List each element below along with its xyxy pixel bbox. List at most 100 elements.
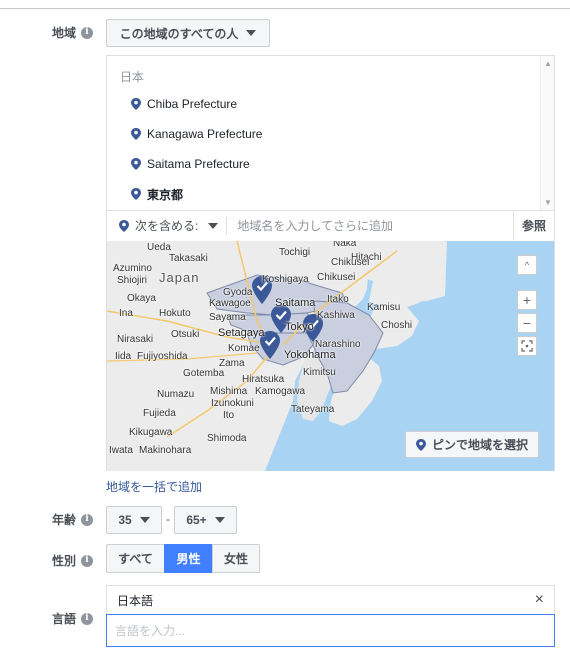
map-label: Okaya (127, 293, 156, 304)
caret-down-icon (208, 222, 219, 229)
map-pin-icon (131, 158, 141, 170)
age-max-dropdown[interactable]: 65+ (174, 506, 237, 534)
divider (226, 216, 228, 235)
age-label: 年齢 (52, 513, 77, 527)
browse-button[interactable]: 参照 (512, 211, 554, 240)
location-item-label: Chiba Prefecture (147, 97, 238, 111)
map[interactable]: Ueda Takasaki Naka Hitachi Azumino Tochi… (107, 241, 554, 471)
scroll-down-icon[interactable]: ▼ (544, 198, 552, 207)
include-dropdown[interactable]: 次を含める: (107, 217, 219, 234)
map-label: Gyoda (223, 287, 253, 298)
map-label: Hokuto (159, 308, 191, 319)
zoom-in-button[interactable]: + (517, 290, 537, 310)
map-label: Fujiyoshida (137, 351, 188, 362)
age-range-dash: - (166, 512, 170, 526)
recenter-button[interactable] (517, 336, 537, 356)
pin-select-button[interactable]: ピンで地域を選択 (405, 431, 540, 458)
location-item-label: 東京都 (147, 187, 184, 202)
map-label: Otsuki (171, 329, 200, 340)
map-pin-icon (131, 98, 141, 110)
gender-label-row: 性別 i (52, 552, 94, 569)
map-label: Azumino (113, 263, 152, 274)
map-label: Tochigi (279, 247, 311, 258)
map-label: Tateyama (291, 404, 335, 415)
gender-option-female[interactable]: 女性 (212, 544, 260, 573)
gender-option-all[interactable]: すべて (106, 544, 165, 573)
gender-label: 性別 (52, 554, 77, 568)
map-label: Ina (119, 308, 133, 319)
map-label: Izunokuni (211, 398, 254, 409)
map-label: Makinohara (139, 445, 192, 456)
map-label: Fujieda (143, 408, 176, 419)
close-icon[interactable]: × (535, 592, 544, 608)
location-item[interactable]: Saitama Prefecture (131, 154, 250, 174)
map-label: Gotemba (183, 368, 225, 379)
map-label: Kikugawa (129, 427, 173, 438)
crosshair-icon (521, 340, 533, 352)
chevron-up-icon: ^ (524, 260, 530, 270)
map-pin-icon (416, 438, 426, 451)
location-label: 地域 (52, 26, 77, 40)
location-list-scrollbar[interactable]: ▲ ▼ (540, 56, 554, 210)
age-label-row: 年齢 i (52, 511, 94, 528)
audience-dropdown[interactable]: この地域のすべての人 (106, 19, 270, 47)
info-icon[interactable]: i (81, 513, 94, 526)
info-icon[interactable]: i (81, 554, 94, 567)
map-label: Chikusei (331, 257, 370, 268)
bulk-add-link[interactable]: 地域を一括で追加 (106, 478, 202, 495)
caret-down-icon (139, 517, 150, 523)
caret-down-icon (246, 30, 257, 36)
map-label: Kamisu (367, 302, 401, 313)
map-label: Komae (228, 343, 260, 354)
info-icon[interactable]: i (81, 612, 94, 625)
map-label: Kashiwa (317, 310, 355, 321)
map-label: Sayama (209, 312, 246, 323)
language-input[interactable] (106, 614, 555, 647)
language-label-row: 言語 i (52, 610, 94, 627)
map-label: Iida (115, 351, 132, 362)
map-label: Kawagoe (209, 298, 251, 309)
map-label: Shiojiri (117, 275, 148, 286)
map-label: Mishima (210, 386, 248, 397)
map-label: Chikusei (317, 272, 356, 283)
map-label: Nirasaki (117, 334, 154, 345)
map-scroll-up-button[interactable]: ^ (517, 255, 537, 275)
map-label: Kamogawa (255, 386, 306, 397)
location-item[interactable]: 東京都 (131, 184, 183, 204)
top-divider (0, 8, 570, 9)
map-label: Setagaya (218, 327, 265, 339)
location-item[interactable]: Kanagawa Prefecture (131, 124, 262, 144)
age-min-value: 35 (118, 513, 132, 527)
map-label: Koshigaya (262, 274, 309, 285)
zoom-out-button[interactable]: − (517, 313, 537, 333)
map-label: Iwata (109, 445, 133, 456)
location-country: 日本 (120, 70, 145, 84)
location-item[interactable]: Chiba Prefecture (131, 94, 237, 114)
info-icon[interactable]: i (81, 26, 94, 39)
map-label: Kimitsu (303, 367, 336, 378)
map-label: Hiratsuka (242, 374, 285, 385)
map-label: Numazu (157, 389, 195, 400)
map-pin-icon (119, 219, 129, 232)
map-label: Saitama (275, 297, 316, 309)
selected-language-token: 日本語 × (106, 585, 555, 615)
audience-dropdown-label: この地域のすべての人 (119, 26, 239, 41)
location-item-label: Saitama Prefecture (147, 157, 250, 171)
age-max-value: 65+ (186, 513, 207, 527)
map-label: Tokyo (285, 321, 314, 333)
location-search-input[interactable] (235, 217, 506, 234)
scroll-up-icon[interactable]: ▲ (544, 59, 552, 68)
map-label: Japan (159, 270, 200, 285)
language-label: 言語 (52, 612, 77, 626)
map-label: Yokohama (284, 349, 336, 361)
map-label: Zama (219, 358, 245, 369)
map-label: Naka (333, 241, 357, 249)
age-min-dropdown[interactable]: 35 (106, 506, 162, 534)
location-list: 日本 Chiba Prefecture Kanagawa Prefecture … (107, 56, 554, 210)
caret-down-icon (214, 517, 225, 523)
gender-option-male[interactable]: 男性 (164, 544, 213, 573)
map-pin-icon (131, 188, 141, 200)
map-label: Shimoda (207, 433, 247, 444)
include-label: 次を含める: (135, 219, 199, 233)
pin-select-label: ピンで地域を選択 (432, 438, 529, 452)
